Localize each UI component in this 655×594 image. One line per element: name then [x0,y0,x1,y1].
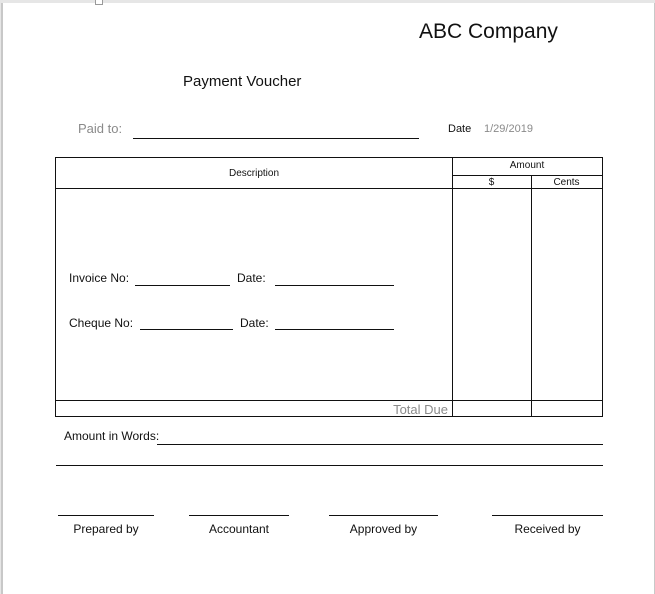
amount-in-words-label: Amount in Words: [64,429,160,443]
company-name: ABC Company [419,20,558,43]
paid-to-label: Paid to: [78,121,123,136]
invoice-no-label: Invoice No: [69,271,130,285]
voucher-title: Payment Voucher [183,73,302,90]
voucher-page: ABC Company Payment Voucher Paid to: Dat… [1,0,655,594]
date-value[interactable]: 1/29/2019 [484,123,533,135]
dollars-cents-divider [531,176,532,416]
amount-header: Amount [509,160,545,171]
received-by-line[interactable] [492,515,603,516]
approved-by-line[interactable] [329,515,438,516]
anchor-marker [95,0,103,5]
total-due-label: Total Due [393,402,448,417]
cheque-no-field[interactable] [140,329,233,330]
accountant-label: Accountant [208,522,270,536]
cents-header: Cents [553,177,580,188]
prepared-by-line[interactable] [58,515,154,516]
approved-by-label: Approved by [349,522,418,536]
cheque-date-label: Date: [240,316,269,330]
total-cents-cell[interactable] [532,401,602,416]
voucher-table: Description Amount $ Cents Invoice No: D… [55,157,603,417]
amount-in-words-field[interactable] [157,444,603,445]
paid-to-field[interactable] [133,138,419,139]
date-label: Date [448,123,472,135]
prepared-by-label: Prepared by [73,522,139,536]
amount-subheader-line [452,175,602,176]
description-header: Description [228,168,280,179]
header-bottom-line [56,188,602,189]
cheque-no-label: Cheque No: [69,316,134,330]
description-amount-divider [452,158,453,416]
dollars-header: $ [488,177,495,188]
invoice-date-label: Date: [237,271,266,285]
invoice-no-field[interactable] [135,285,230,286]
amount-in-words-field-line-2[interactable] [56,465,603,466]
total-dollars-cell[interactable] [453,401,531,416]
invoice-date-field[interactable] [275,285,394,286]
cheque-date-field[interactable] [275,329,394,330]
received-by-label: Received by [514,522,581,536]
accountant-line[interactable] [189,515,289,516]
